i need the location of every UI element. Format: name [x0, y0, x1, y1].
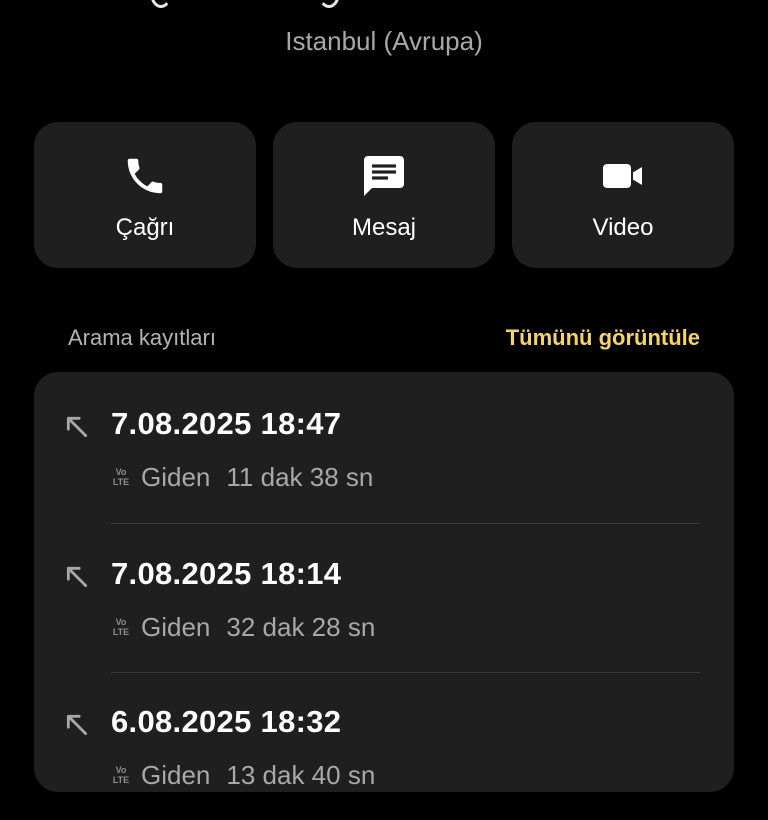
call-log-entry[interactable]: 6.08.2025 18:32 Vo LTE Giden 13 dak 40 s…: [34, 670, 734, 820]
volte-badge-bottom: LTE: [112, 775, 130, 785]
phone-icon: [121, 152, 169, 200]
call-duration: 13 dak 40 sn: [226, 759, 376, 790]
volte-badge-top: Vo: [115, 765, 127, 775]
call-duration: 32 dak 28 sn: [226, 611, 376, 642]
call-meta: Vo LTE Giden 32 dak 28 sn: [111, 612, 375, 642]
call-type: Giden: [141, 759, 211, 790]
video-button[interactable]: Video: [512, 122, 734, 268]
volte-badge: Vo LTE: [111, 465, 131, 489]
outgoing-call-icon: [64, 564, 90, 590]
call-duration: 11 dak 38 sn: [226, 461, 374, 492]
message-button-label: Mesaj: [351, 214, 417, 241]
contact-actions: Çağrı Mesaj Video: [34, 122, 734, 268]
volte-badge-bottom: LTE: [112, 627, 130, 637]
contact-name-cropped: [150, 0, 340, 8]
call-log-list: 7.08.2025 18:47 Vo LTE Giden 11 dak 38 s…: [34, 372, 734, 792]
video-icon: [599, 152, 647, 200]
volte-badge-bottom: LTE: [112, 477, 130, 487]
call-log-entry[interactable]: 7.08.2025 18:47 Vo LTE Giden 11 dak 38 s…: [34, 372, 734, 522]
call-datetime: 7.08.2025 18:14: [111, 556, 342, 591]
call-meta: Vo LTE Giden 11 dak 38 sn: [111, 461, 374, 492]
call-button-label: Çağrı: [115, 214, 175, 241]
volte-badge-top: Vo: [115, 467, 127, 477]
paren-right-glyph: [318, 0, 340, 8]
call-datetime: 6.08.2025 18:32: [111, 704, 342, 739]
call-log-header: Arama kayıtları Tümünü görüntüle: [68, 322, 700, 354]
volte-badge: Vo LTE: [111, 763, 131, 787]
message-icon: [360, 152, 408, 200]
call-type: Giden: [141, 611, 211, 642]
outgoing-call-icon: [64, 414, 90, 440]
view-all-link[interactable]: Tümünü görüntüle: [506, 325, 700, 351]
call-type: Giden: [141, 461, 211, 492]
outgoing-call-icon: [64, 712, 90, 738]
call-button[interactable]: Çağrı: [34, 122, 256, 268]
call-log-entry[interactable]: 7.08.2025 18:14 Vo LTE Giden 32 dak 28 s…: [34, 522, 734, 672]
message-button[interactable]: Mesaj: [273, 122, 495, 268]
volte-badge: Vo LTE: [111, 615, 131, 639]
volte-badge-top: Vo: [115, 617, 127, 627]
video-button-label: Video: [592, 214, 654, 241]
contact-location: Istanbul (Avrupa): [285, 26, 483, 56]
call-meta: Vo LTE Giden 13 dak 40 sn: [111, 760, 375, 790]
call-log-title: Arama kayıtları: [68, 325, 216, 350]
paren-left-glyph: [150, 0, 172, 8]
call-datetime: 7.08.2025 18:47: [111, 406, 342, 441]
